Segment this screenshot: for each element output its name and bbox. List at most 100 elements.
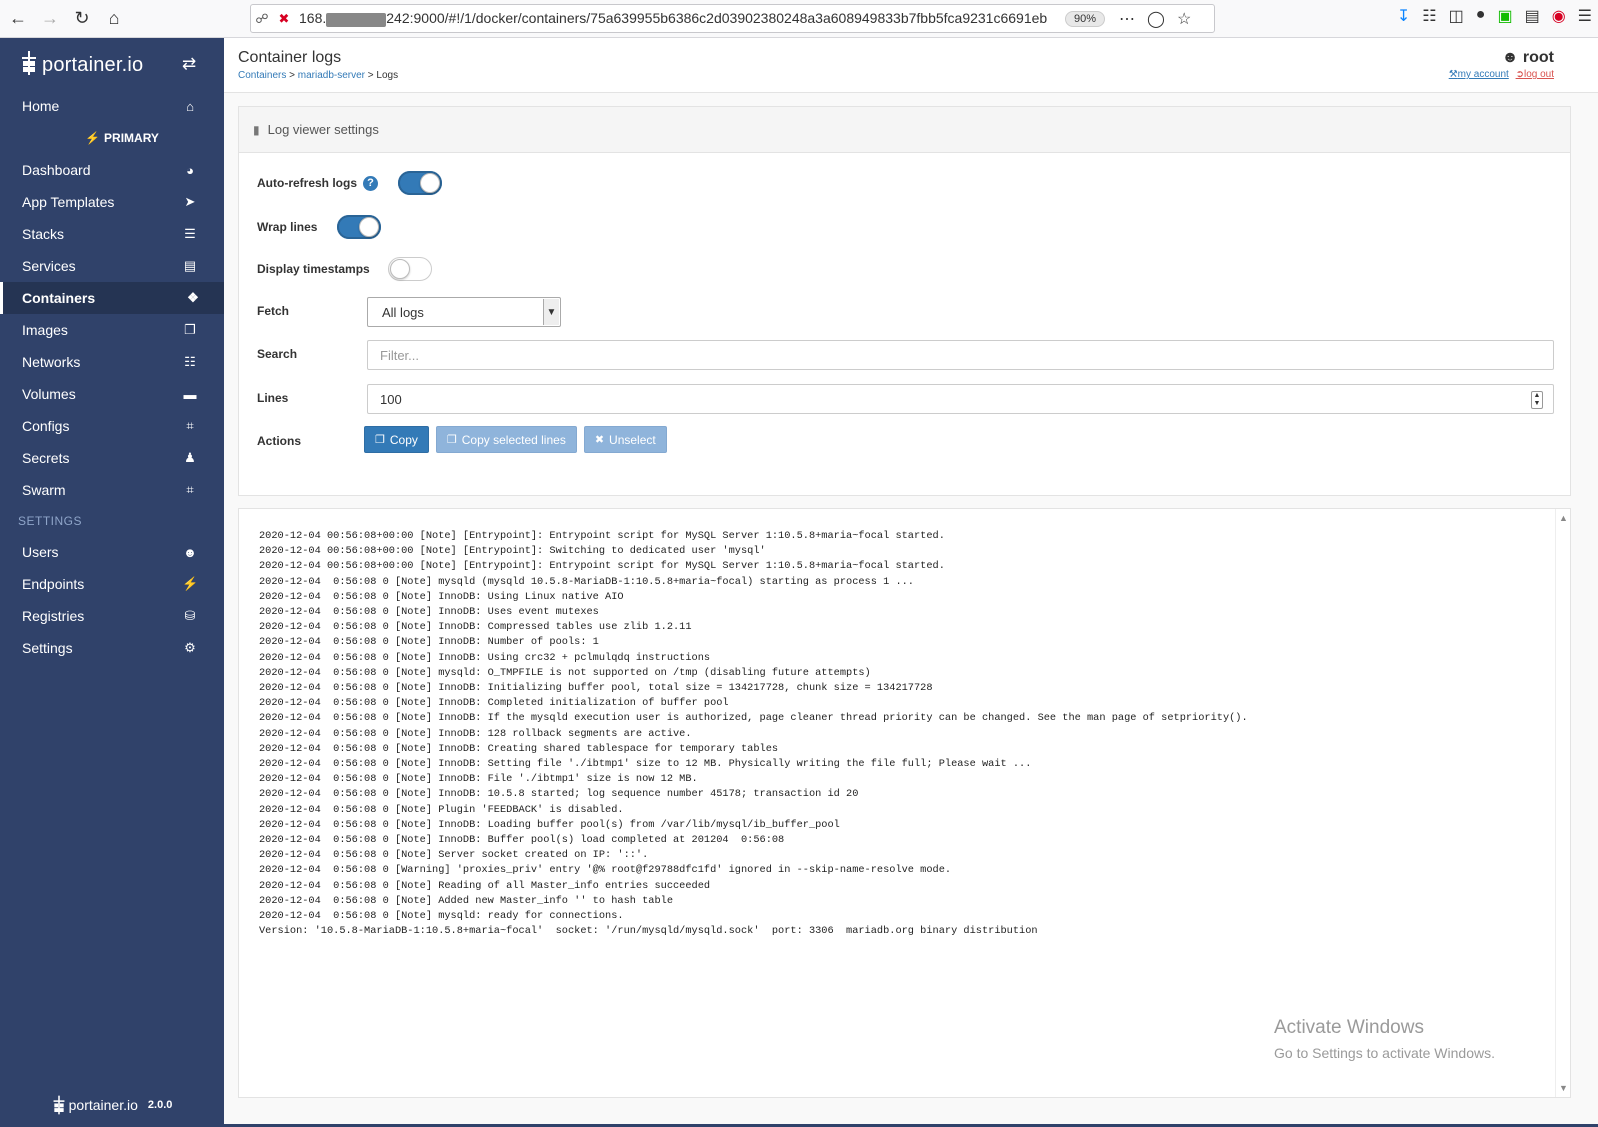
chevron-down-icon[interactable]: ▼: [543, 299, 559, 325]
url-text[interactable]: 168. 242:9000/#!/1/docker/containers/75a6…: [299, 10, 1059, 27]
log-line[interactable]: 2020-12-04 0:56:08 0 [Note] InnoDB: Comp…: [259, 696, 1248, 711]
copy-button[interactable]: ❐ Copy: [364, 426, 429, 453]
log-line[interactable]: 2020-12-04 0:56:08 0 [Note] InnoDB: 10.5…: [259, 787, 1248, 802]
log-line[interactable]: 2020-12-04 00:56:08+00:00 [Note] [Entryp…: [259, 529, 1248, 544]
user-circle-icon: ☻: [1501, 49, 1519, 66]
log-line[interactable]: 2020-12-04 0:56:08 0 [Note] mysqld (mysq…: [259, 575, 1248, 590]
back-icon[interactable]: ←: [4, 5, 32, 33]
sidebar-item-volumes[interactable]: Volumes ▬: [0, 378, 224, 410]
sidebar-item-stacks[interactable]: Stacks ☰: [0, 218, 224, 250]
log-line[interactable]: Version: '10.5.8-MariaDB-1:10.5.8+maria~…: [259, 924, 1248, 939]
log-line[interactable]: 2020-12-04 0:56:08 0 [Note] InnoDB: Usin…: [259, 651, 1248, 666]
opera-icon[interactable]: ◉: [1552, 6, 1566, 26]
sidebar-item-networks[interactable]: Networks ☷: [0, 346, 224, 378]
log-line[interactable]: 2020-12-04 0:56:08 0 [Note] Server socke…: [259, 848, 1248, 863]
sidebar-item-label: Home: [22, 98, 60, 114]
services-icon: ▤: [183, 258, 197, 273]
auto-refresh-toggle[interactable]: [398, 171, 443, 195]
log-line[interactable]: 2020-12-04 0:56:08 0 [Note] InnoDB: Sett…: [259, 757, 1248, 772]
plug-icon: ⚡: [85, 131, 101, 145]
log-line[interactable]: 2020-12-04 00:56:08+00:00 [Note] [Entryp…: [259, 559, 1248, 574]
wrap-lines-label: Wrap lines: [257, 220, 318, 234]
log-line[interactable]: 2020-12-04 0:56:08 0 [Note] InnoDB: If t…: [259, 711, 1248, 726]
account-icon[interactable]: ●: [1476, 6, 1486, 26]
log-out-link[interactable]: ➲log out: [1516, 69, 1554, 80]
shield-icon[interactable]: ☍: [251, 11, 273, 27]
unselect-button[interactable]: ✖ Unselect: [583, 426, 667, 453]
sidebar-item-settings[interactable]: Settings ⚙: [0, 632, 224, 664]
actions-label: Actions: [257, 434, 302, 448]
question-circle-icon[interactable]: ?: [363, 175, 379, 191]
users-icon: ☻: [183, 544, 197, 560]
log-line[interactable]: 2020-12-04 0:56:08 0 [Note] InnoDB: Load…: [259, 818, 1248, 833]
sidebar-item-users[interactable]: Users ☻: [0, 536, 224, 568]
log-line[interactable]: 2020-12-04 0:56:08 0 [Note] InnoDB: 128 …: [259, 727, 1248, 742]
log-line[interactable]: 2020-12-04 0:56:08 0 [Note] mysqld: read…: [259, 909, 1248, 924]
timestamps-toggle[interactable]: [387, 257, 432, 281]
sidebar-item-dashboard[interactable]: Dashboard ◕: [0, 154, 224, 186]
log-line[interactable]: 2020-12-04 00:56:08+00:00 [Note] [Entryp…: [259, 544, 1248, 559]
scroll-down-icon[interactable]: ▼: [1559, 1083, 1568, 1093]
toggle-sidebar-icon[interactable]: ⇄: [182, 54, 196, 74]
rocket-icon: ➤: [184, 194, 196, 209]
log-line[interactable]: 2020-12-04 0:56:08 0 [Note] InnoDB: Buff…: [259, 833, 1248, 848]
panel-title: Log viewer settings: [267, 122, 379, 137]
more-icon[interactable]: ⋯: [1119, 9, 1135, 29]
log-line[interactable]: 2020-12-04 0:56:08 0 [Note] mysqld: O_TM…: [259, 666, 1248, 681]
log-line[interactable]: 2020-12-04 0:56:08 0 [Note] InnoDB: Comp…: [259, 620, 1248, 635]
lines-input[interactable]: 100 ▲ ▼: [367, 384, 1554, 414]
log-line[interactable]: 2020-12-04 0:56:08 0 [Note] InnoDB: Numb…: [259, 635, 1248, 650]
pocket-icon[interactable]: ◯: [1147, 9, 1165, 29]
sidebar-item-label: Endpoints: [22, 576, 85, 592]
scroll-up-icon[interactable]: ▲: [1559, 513, 1568, 523]
library-icon[interactable]: ☷: [1422, 6, 1436, 26]
my-account-link[interactable]: ⚒my account: [1449, 69, 1509, 80]
sidebar-item-endpoints[interactable]: Endpoints ⚡: [0, 568, 224, 600]
number-spinner[interactable]: ▲ ▼: [1531, 391, 1543, 409]
log-line[interactable]: 2020-12-04 0:56:08 0 [Note] Plugin 'FEED…: [259, 803, 1248, 818]
bookmark-star-icon[interactable]: ☆: [1177, 9, 1191, 29]
copy-selected-lines-button[interactable]: ❐ Copy selected lines: [435, 426, 577, 453]
log-line[interactable]: 2020-12-04 0:56:08 0 [Note] InnoDB: Crea…: [259, 742, 1248, 757]
hdd-icon: ▬: [183, 386, 197, 402]
sidebar-item-containers[interactable]: Containers ❖: [0, 282, 224, 314]
sidebar-item-images[interactable]: Images ❐: [0, 314, 224, 346]
sidebar-item-configs[interactable]: Configs ⌗: [0, 410, 224, 442]
log-line[interactable]: 2020-12-04 0:56:08 0 [Note] InnoDB: Init…: [259, 681, 1248, 696]
log-line[interactable]: 2020-12-04 0:56:08 0 [Note] InnoDB: Usin…: [259, 590, 1248, 605]
sidebar-item-app-templates[interactable]: App Templates ➤: [0, 186, 224, 218]
log-line[interactable]: 2020-12-04 0:56:08 0 [Note] InnoDB: File…: [259, 772, 1248, 787]
extension-save-icon[interactable]: ▣: [1497, 6, 1512, 26]
log-output[interactable]: 2020-12-04 00:56:08+00:00 [Note] [Entryp…: [259, 529, 1248, 939]
log-line[interactable]: 2020-12-04 0:56:08 0 [Warning] 'proxies_…: [259, 863, 1248, 878]
log-line[interactable]: 2020-12-04 0:56:08 0 [Note] Reading of a…: [259, 879, 1248, 894]
breadcrumb-container[interactable]: mariadb-server: [298, 70, 365, 81]
reload-icon[interactable]: ↻: [68, 5, 96, 33]
log-scrollbar[interactable]: ▲ ▼: [1555, 509, 1570, 1097]
log-line[interactable]: 2020-12-04 0:56:08 0 [Note] Added new Ma…: [259, 894, 1248, 909]
search-input[interactable]: Filter...: [367, 340, 1554, 370]
sidebar-item-secrets[interactable]: Secrets ♟: [0, 442, 224, 474]
portainer-logo[interactable]: portainer.io: [20, 51, 143, 77]
insecure-lock-icon[interactable]: ✖: [273, 11, 295, 27]
sidebar-item-swarm[interactable]: Swarm ⌗: [0, 474, 224, 506]
zoom-level[interactable]: 90%: [1065, 10, 1106, 27]
folder-icon[interactable]: ▤: [1525, 6, 1540, 26]
download-icon[interactable]: ↧: [1397, 6, 1410, 26]
home-icon[interactable]: ⌂: [100, 5, 128, 33]
lines-row: Lines: [257, 391, 288, 405]
menu-icon[interactable]: ☰: [1578, 6, 1592, 26]
sidebar-item-registries[interactable]: Registries ⛁: [0, 600, 224, 632]
cogs-icon: ⚙: [184, 640, 196, 655]
log-output-panel[interactable]: 2020-12-04 00:56:08+00:00 [Note] [Entryp…: [238, 508, 1571, 1098]
breadcrumb-containers[interactable]: Containers: [238, 70, 286, 81]
log-line[interactable]: 2020-12-04 0:56:08 0 [Note] InnoDB: Uses…: [259, 605, 1248, 620]
url-bar[interactable]: ☍ ✖ 168. 242:9000/#!/1/docker/containers/…: [250, 4, 1215, 33]
sidebar-item-services[interactable]: Services ▤: [0, 250, 224, 282]
wrap-lines-toggle[interactable]: [337, 215, 382, 239]
forward-icon[interactable]: →: [36, 5, 64, 33]
sidebar-toggle-icon[interactable]: ◫: [1449, 6, 1464, 26]
fetch-select[interactable]: All logs ▼: [367, 297, 561, 327]
sidebar-item-label: Containers: [22, 290, 96, 306]
sidebar-item-home[interactable]: Home ⌂: [0, 90, 224, 122]
